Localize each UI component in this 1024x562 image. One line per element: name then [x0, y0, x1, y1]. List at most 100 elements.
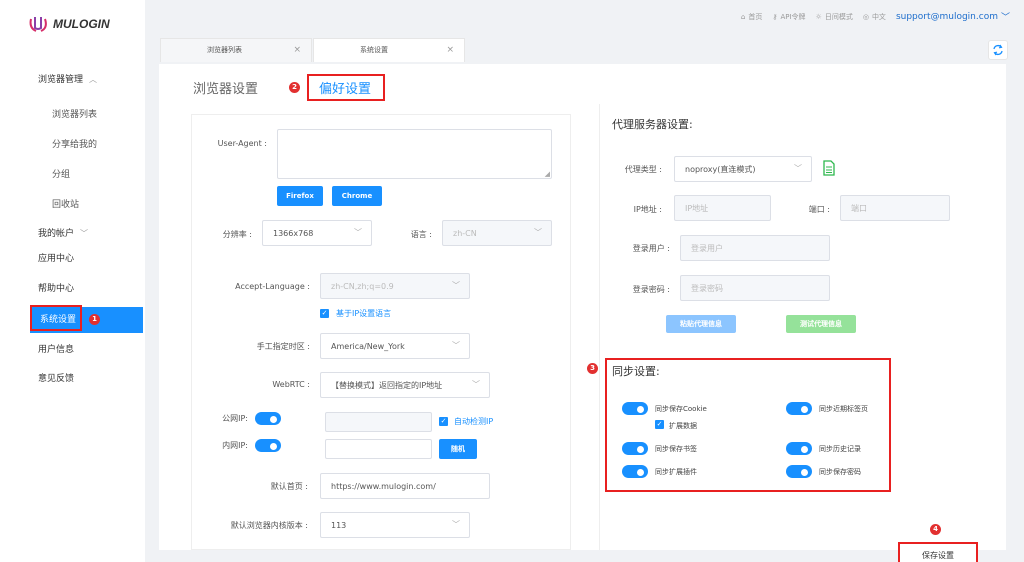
tab-bar: 浏览器列表 × 系统设置 × [145, 38, 1008, 62]
homepage-input[interactable]: https://www.mulogin.com/ [320, 473, 490, 499]
language-select[interactable]: zh-CN ﹀ [442, 220, 552, 246]
step-badge: 3 [587, 363, 598, 374]
chevron-up-icon: ︿ [89, 75, 98, 84]
proxy-ip-placeholder: IP地址 [685, 203, 709, 213]
kernel-version-value: 113 [331, 520, 347, 530]
ip-language-label: 基于IP设置语言 [336, 309, 392, 318]
top-bar: ⌂ 首页 ⚷ API令牌 ☼ 日间模式 ◎ 中文 support@mulogin.com… [145, 0, 1024, 34]
close-icon[interactable]: × [293, 39, 301, 62]
chevron-down-icon: ﹀ [354, 227, 362, 237]
sync-recent-tabs-toggle[interactable] [786, 402, 812, 415]
public-ip-input[interactable] [325, 412, 432, 432]
timezone-select[interactable]: America/New_York ﹀ [320, 333, 470, 359]
sidebar-item-user-info[interactable]: 用户信息 [0, 337, 145, 363]
proxy-port-placeholder: 端口 [851, 203, 867, 213]
private-ip-toggle[interactable] [255, 439, 281, 452]
paste-proxy-button[interactable]: 粘贴代理信息 [666, 315, 736, 333]
private-ip-input[interactable] [325, 439, 432, 459]
timezone-label: 手工指定时区 : [256, 342, 310, 351]
sidebar-item-label: 浏览器管理 [38, 75, 84, 85]
random-ip-button[interactable]: 随机 [439, 439, 477, 459]
user-agent-label: User-Agent : [217, 139, 267, 148]
app-logo[interactable]: MULOGIN [28, 14, 110, 34]
kernel-version-select[interactable]: 113 ﹀ [320, 512, 470, 538]
extension-data-checkbox[interactable]: ✓ [655, 420, 664, 429]
proxy-sync-panel: 代理服务器设置: 代理类型 : noproxy(直连模式) ﹀ IP地址 : I… [587, 104, 999, 562]
sync-extensions-toggle[interactable] [622, 465, 648, 478]
proxy-ip-input[interactable]: IP地址 [674, 195, 771, 221]
proxy-type-select[interactable]: noproxy(直连模式) ﹀ [674, 156, 812, 182]
sync-passwords-label: 同步保存密码 [819, 468, 861, 476]
close-icon[interactable]: × [446, 39, 454, 62]
sidebar-item-my-account[interactable]: 我的帐户 ﹀ [0, 221, 145, 247]
sidebar-item-shared[interactable]: 分享给我的 [0, 132, 145, 158]
public-ip-toggle[interactable] [255, 412, 281, 425]
test-proxy-button[interactable]: 测试代理信息 [786, 315, 856, 333]
auto-detect-ip-label: 自动检测IP [454, 417, 494, 426]
proxy-user-placeholder: 登录用户 [691, 243, 723, 253]
language-value: zh-CN [453, 228, 477, 238]
auto-detect-ip-checkbox[interactable]: ✓ [439, 417, 448, 426]
sidebar-item-browser-management[interactable]: 浏览器管理 ︿ [0, 67, 145, 93]
private-ip-label: 内网IP: [222, 441, 248, 450]
language-switch[interactable]: ◎ 中文 [863, 12, 886, 22]
home-label: 首页 [748, 12, 763, 21]
webrtc-select[interactable]: 【替换模式】返回指定的IP地址 ﹀ [320, 372, 490, 398]
homepage-label: 默认首页 : [270, 482, 308, 491]
proxy-user-input[interactable]: 登录用户 [680, 235, 830, 261]
webrtc-value: 【替换模式】返回指定的IP地址 [331, 380, 443, 390]
document-icon[interactable] [822, 160, 836, 176]
proxy-section-title: 代理服务器设置: [612, 118, 693, 131]
ip-language-checkbox[interactable]: ✓ [320, 309, 329, 318]
highlight-box-preferences [307, 74, 385, 101]
resolution-label: 分辨率 : [222, 230, 252, 239]
chevron-down-icon: ﹀ [452, 280, 460, 290]
home-icon: ⌂ [740, 12, 746, 21]
accept-language-select[interactable]: zh-CN,zh;q=0.9 ﹀ [320, 273, 470, 299]
resize-handle-icon: ◢ [544, 170, 550, 178]
public-ip-label: 公网IP: [222, 414, 248, 423]
user-agent-textarea[interactable]: ◢ [277, 129, 552, 179]
sidebar-item-browser-list[interactable]: 浏览器列表 [0, 102, 145, 128]
sync-cookie-label: 同步保存Cookie [655, 405, 707, 413]
refresh-icon [993, 44, 1003, 56]
sync-cookie-toggle[interactable] [622, 402, 648, 415]
chevron-down-icon: ﹀ [534, 227, 542, 237]
refresh-button[interactable] [988, 40, 1008, 60]
tab-browser-settings[interactable]: 浏览器设置 [193, 78, 258, 97]
chrome-button[interactable]: Chrome [332, 186, 382, 206]
sidebar-item-group[interactable]: 分组 [0, 162, 145, 188]
sync-history-toggle[interactable] [786, 442, 812, 455]
sync-bookmarks-label: 同步保存书签 [655, 445, 697, 453]
theme-toggle[interactable]: ☼ 日间模式 [816, 12, 853, 22]
language-label: 语言 : [410, 230, 432, 239]
sync-passwords-toggle[interactable] [786, 465, 812, 478]
sidebar-item-help-center[interactable]: 帮助中心 [0, 276, 145, 302]
sidebar-item-feedback[interactable]: 意见反馈 [0, 366, 145, 392]
api-token-link[interactable]: ⚷ API令牌 [772, 12, 805, 22]
language-label: 中文 [871, 12, 886, 21]
firefox-button[interactable]: Firefox [277, 186, 323, 206]
sync-bookmarks-toggle[interactable] [622, 442, 648, 455]
accept-language-label: Accept-Language : [235, 282, 310, 291]
step-badge: 2 [289, 82, 300, 93]
account-menu[interactable]: support@mulogin.com ﹀ [896, 10, 1010, 24]
sidebar-item-app-center[interactable]: 应用中心 [0, 246, 145, 272]
save-settings-button[interactable]: 保存设置 [898, 542, 978, 562]
logo-text: MULOGIN [53, 17, 110, 31]
sidebar-item-label: 我的帐户 [38, 229, 75, 239]
api-label: API令牌 [780, 12, 806, 21]
proxy-port-input[interactable]: 端口 [840, 195, 950, 221]
tab-browser-list[interactable]: 浏览器列表 × [160, 38, 312, 62]
resolution-select[interactable]: 1366x768 ﹀ [262, 220, 372, 246]
accept-language-value: zh-CN,zh;q=0.9 [331, 281, 394, 291]
extension-data-label: 扩展数据 [669, 422, 697, 430]
tab-label: 浏览器列表 [207, 46, 242, 54]
webrtc-label: WebRTC : [272, 380, 310, 389]
proxy-password-label: 登录密码 : [632, 285, 670, 294]
sidebar-item-recycle[interactable]: 回收站 [0, 192, 145, 218]
tab-system-settings[interactable]: 系统设置 × [313, 38, 465, 62]
home-link[interactable]: ⌂ 首页 [741, 12, 762, 22]
chevron-down-icon: ﹀ [1000, 13, 1010, 23]
proxy-password-input[interactable]: 登录密码 [680, 275, 830, 301]
